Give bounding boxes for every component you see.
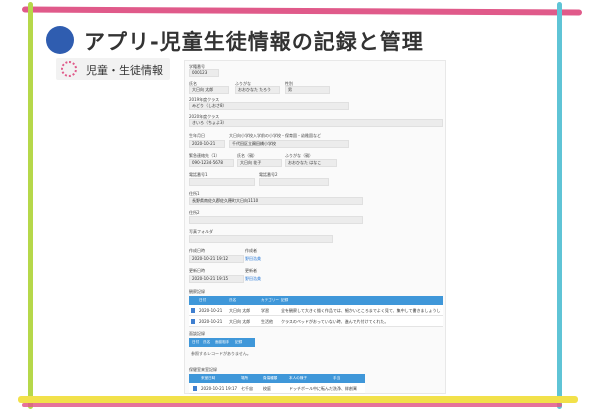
document-icon[interactable] <box>191 319 195 324</box>
birth-field[interactable]: 2020-10-21 <box>189 140 225 148</box>
observation-cell-category: 生活他 <box>261 319 273 324</box>
class2020-field[interactable]: きいろ（ちょよ3） <box>189 119 443 127</box>
creator-label: 作成者 <box>245 248 257 253</box>
phone2-label: 電話番号2 <box>259 172 278 177</box>
created-field[interactable]: 2020-10-21 19:12 <box>189 255 244 263</box>
health-header-state: 本人の様子 <box>289 376 307 380</box>
table-row[interactable]: 2020-10-21 19:17 七千宙 校庭 ドッチボール中に転んだ 洗浄、絆… <box>189 383 365 394</box>
address2-field[interactable] <box>189 216 363 224</box>
guardian-kana-field[interactable]: おおひなた はなこ <box>285 159 337 167</box>
interview-label: 面談記録 <box>189 331 205 336</box>
observation-header-date: 日付 <box>199 298 207 302</box>
address1-label: 住所1 <box>189 191 200 196</box>
updated-field[interactable]: 2020-10-21 19:15 <box>189 275 244 283</box>
title-dot-icon <box>46 26 74 54</box>
interview-header-date: 日付 <box>192 340 200 344</box>
observation-cell-date: 2020-10-21 <box>199 308 223 313</box>
kana-field[interactable]: おおひなた たろう <box>235 86 280 94</box>
observation-cell-record: クラスのペッドがおっていない時、進んで片付けてくれた。 <box>281 319 389 324</box>
frame-line-top <box>21 6 583 16</box>
frame-line-bottom <box>18 396 578 403</box>
section-label-text: 児童・生徒情報 <box>86 64 163 77</box>
created-label: 作成日時 <box>189 248 205 253</box>
section-label: 児童・生徒情報 <box>56 58 170 80</box>
emergency-field[interactable]: 090-1234-5678 <box>189 159 234 167</box>
interview-header-record: 記録 <box>235 340 243 344</box>
phone1-label: 電話番号1 <box>189 172 208 177</box>
record-form: 学籍番号 000123 氏名 大日向 太郎 ふりがな おおひなた たろう 性別 … <box>184 60 446 394</box>
page-title: アプリ-児童生徒情報の記録と管理 <box>84 30 424 54</box>
phone1-field[interactable] <box>189 178 255 186</box>
observation-header-record: 記録 <box>281 298 289 302</box>
observation-cell-name: 大日向 太郎 <box>229 319 251 324</box>
interview-header-partner: 面談相手 <box>215 340 230 344</box>
health-cell-injury: 校庭 <box>263 386 271 391</box>
health-label: 保健室来室記録 <box>189 367 217 372</box>
class2019-field[interactable]: みどり（しおさ8） <box>189 102 349 110</box>
address1-field[interactable]: 長野県南佐久郡佐久穂町大日向1110 <box>189 197 363 205</box>
updater-label: 更新者 <box>245 268 257 273</box>
health-cell-place: 七千宙 <box>241 386 253 391</box>
health-cell-time: 2020-10-21 19:17 <box>201 386 238 391</box>
emergency-label: 緊急連絡先（1） <box>189 153 220 158</box>
document-icon[interactable] <box>191 308 195 313</box>
health-header-time: 来室日時 <box>201 376 216 380</box>
observation-table-header: 日付 氏名 カテゴリー 記録 <box>189 296 443 305</box>
document-icon[interactable] <box>193 386 197 391</box>
health-table-header: 来室日時 場所 負傷種類 本人の様子 手当 <box>189 374 365 383</box>
guardian-field[interactable]: 大日向 花子 <box>237 159 282 167</box>
interview-table-header: 日付 氏名 面談相手 記録 <box>189 338 255 347</box>
school-label: 大日向小学校入学前の小学校・保育園・幼稚園など <box>229 133 321 138</box>
observation-header-category: カテゴリー <box>261 298 279 302</box>
guardian-kana-label: ふりがな（親） <box>285 153 313 158</box>
photo-label: 写真フォルダ <box>189 229 213 234</box>
observation-cell-name: 大日向 太郎 <box>229 308 251 313</box>
name-field[interactable]: 大日向 太郎 <box>189 86 229 94</box>
school-field[interactable]: 千代田区立麹田橋小学校 <box>229 140 349 148</box>
observation-label: 観察記録 <box>189 289 205 294</box>
table-row[interactable]: 2020-10-21 大日向 太郎 学習 全を観察して大きく描く作品では、細かい… <box>189 305 443 316</box>
health-header-injury: 負傷種類 <box>263 376 278 380</box>
gender-field[interactable]: 男 <box>285 86 330 94</box>
birth-label: 生年月日 <box>189 133 205 138</box>
address2-label: 住所2 <box>189 210 200 215</box>
observation-cell-date: 2020-10-21 <box>199 319 223 324</box>
health-header-treatment: 手当 <box>333 376 341 380</box>
frame-line-right <box>557 2 562 409</box>
frame-line-bottom-accent <box>22 403 562 407</box>
observation-cell-record: 全を観察して大きく描く作品では、細かいところまでよく見て、集中して書きましょうし… <box>281 308 441 313</box>
interview-header-name: 氏名 <box>203 340 211 344</box>
interview-empty-message: 参照するレコードがありません。 <box>191 351 251 356</box>
health-cell-state: ドッチボール中に転んだ <box>289 386 333 391</box>
updater-link[interactable]: 野田浩美 <box>245 276 261 282</box>
ring-icon <box>61 61 77 77</box>
health-cell-treatment: 洗浄、絆創膏 <box>333 386 357 391</box>
frame-line-left <box>28 2 33 409</box>
health-header-place: 場所 <box>241 376 249 380</box>
guardian-label: 氏名（親） <box>237 153 257 158</box>
phone2-field[interactable] <box>259 178 329 186</box>
observation-header-name: 氏名 <box>229 298 237 302</box>
photo-field[interactable] <box>189 235 333 243</box>
table-row[interactable]: 2020-10-21 大日向 太郎 生活他 クラスのペッドがおっていない時、進ん… <box>189 316 443 327</box>
updated-label: 更新日時 <box>189 268 205 273</box>
student-no-field[interactable]: 000123 <box>189 69 219 77</box>
creator-link[interactable]: 野田浩美 <box>245 256 261 262</box>
observation-cell-category: 学習 <box>261 308 269 313</box>
